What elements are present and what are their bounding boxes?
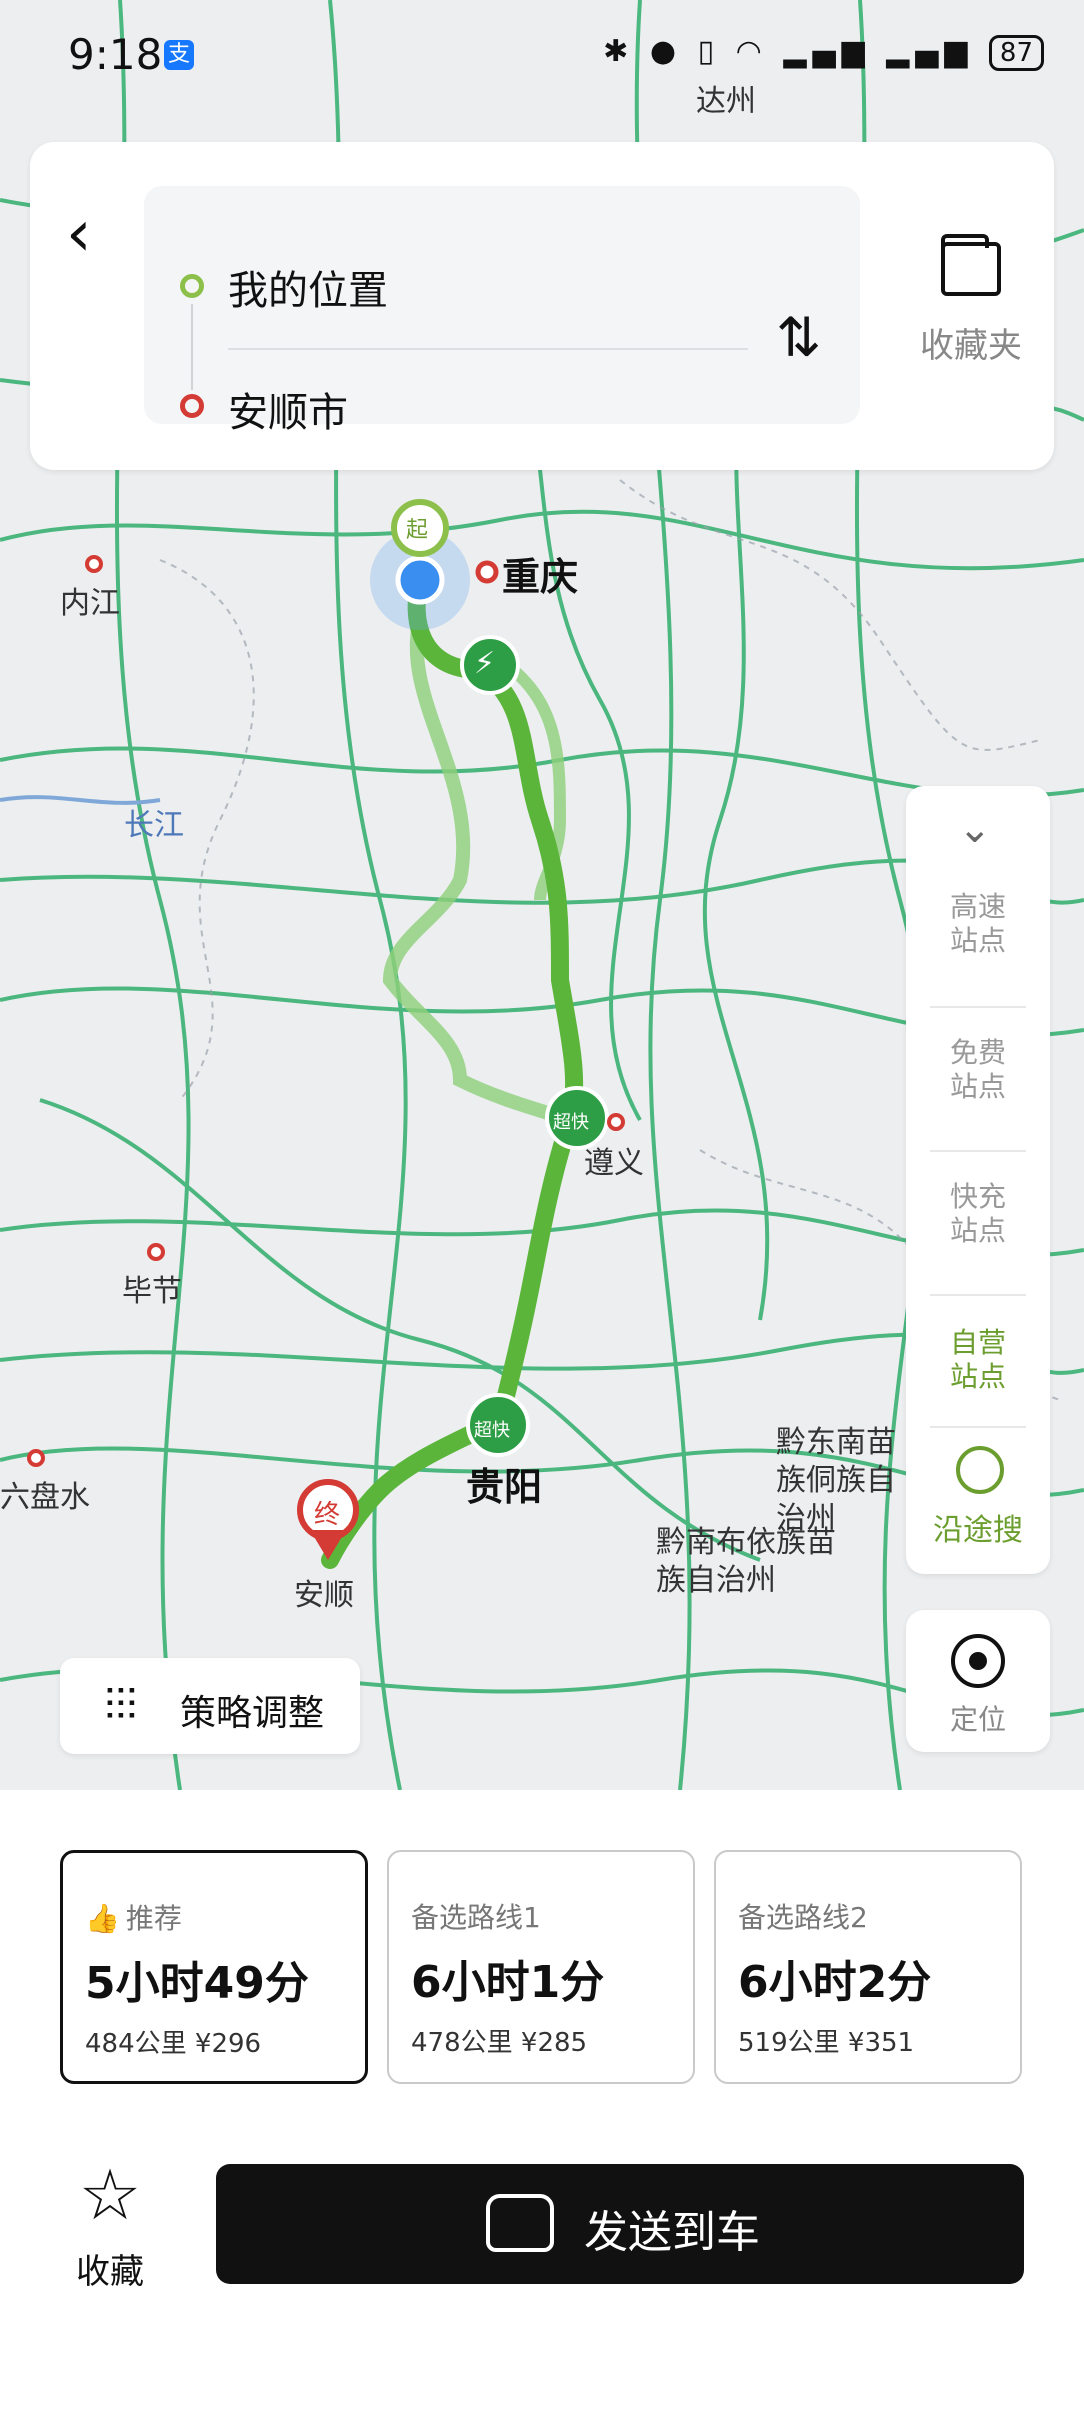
map-view[interactable]: 起 ⚡ 超快 超快 终 达州 内江 重庆 长江 遵义 毕节 贵阳 安顺 六盘水 … (0, 0, 1084, 1790)
sliders-icon: ⫶⫶⫶ (104, 1680, 137, 1731)
map-label-chongqing: 重庆 (502, 555, 579, 599)
route-option-tag: 👍 推荐 (85, 1902, 182, 1935)
station-marker-label-guiyang[interactable]: 超快 (474, 1416, 510, 1442)
strategy-label: 策略调整 (180, 1693, 325, 1734)
status-bar: 9:18 支 ✱ ● ▯ ◠ ▂▄▆ ▂▄▆ 87 (0, 0, 1084, 110)
signal-icon-2: ▂▄▆ (886, 34, 974, 69)
location-icon: ● (649, 34, 683, 69)
filter-divider (930, 1294, 1026, 1296)
bluetooth-icon: ✱ (603, 34, 635, 69)
collect-button[interactable]: ☆ 收藏 (50, 2160, 170, 2293)
route-option-meta: 478公里 ¥285 (411, 2028, 588, 2058)
collect-label: 收藏 (76, 2252, 144, 2292)
status-icons: ✱ ● ▯ ◠ ▂▄▆ ▂▄▆ 87 (603, 34, 1044, 71)
route-option-alt-1[interactable]: 备选路线1 6小时1分 478公里 ¥285 (387, 1850, 695, 2084)
map-label-liupanshui: 六盘水 (0, 1480, 90, 1515)
map-label-zunyi: 遵义 (584, 1146, 644, 1181)
filter-divider (930, 1426, 1026, 1428)
star-icon: ☆ (78, 2154, 142, 2236)
favorites-button[interactable]: 收藏夹 (906, 234, 1036, 367)
vibrate-icon: ▯ (697, 34, 721, 69)
map-label-qiannan: 黔南布依族苗族自治州 (656, 1525, 836, 1598)
send-to-car-label: 发送到车 (584, 2207, 760, 2258)
station-marker-label-zunyi[interactable]: 超快 (553, 1108, 589, 1134)
origin-dot-icon (180, 274, 204, 298)
crosshair-icon (951, 1634, 1005, 1688)
route-options-panel: 👍 推荐 5小时49分 484公里 ¥296 备选路线1 6小时1分 478公里 … (0, 1790, 1084, 2412)
car-icon (486, 2194, 554, 2252)
locate-button[interactable]: 定位 (906, 1610, 1050, 1752)
station-filter-panel: ⌄ 高速站点 免费站点 快充站点 自营站点 沿途搜 (906, 786, 1050, 1574)
folder-star-icon (941, 234, 1001, 296)
route-option-duration: 6小时2分 (738, 1957, 932, 2008)
alipay-icon: 支 (164, 40, 194, 70)
swap-icon[interactable]: ⇅ (776, 306, 821, 369)
route-option-recommended[interactable]: 👍 推荐 5小时49分 484公里 ¥296 (60, 1850, 368, 2084)
strategy-adjust-button[interactable]: ⫶⫶⫶ 策略调整 (60, 1658, 360, 1754)
route-fields: 我的位置 安顺市 ⇅ (144, 186, 860, 436)
map-label-anshun: 安顺 (294, 1578, 354, 1613)
along-route-search-button[interactable]: 沿途搜 (906, 1514, 1050, 1548)
route-connector (191, 304, 193, 390)
battery-icon: 87 (988, 35, 1044, 71)
map-label-bijie: 毕节 (122, 1274, 182, 1309)
start-marker-label: 起 (406, 518, 429, 543)
favorites-label: 收藏夹 (920, 326, 1022, 366)
charging-station-icon[interactable]: ⚡ (474, 646, 495, 681)
route-option-tag: 备选路线1 (411, 1901, 541, 1934)
end-marker-label: 终 (314, 1500, 341, 1530)
filter-free-stations[interactable]: 免费站点 (947, 1036, 1009, 1104)
route-option-meta: 519公里 ¥351 (738, 2028, 915, 2058)
map-label-qiandongnan: 黔东南苗族侗族自治州 (776, 1425, 896, 1536)
signal-icon: ▂▄▆ (783, 34, 871, 69)
map-label-changjiang: 长江 (124, 808, 184, 843)
route-option-meta: 484公里 ¥296 (85, 2029, 262, 2059)
map-label-guiyang: 贵阳 (466, 1465, 543, 1509)
filter-highway-stations[interactable]: 高速站点 (947, 890, 1009, 958)
filter-divider (930, 1006, 1026, 1008)
route-input-card: ‹ 我的位置 安顺市 ⇅ 收藏夹 (30, 142, 1054, 470)
locate-label: 定位 (949, 1703, 1006, 1736)
status-time: 9:18 (68, 30, 163, 79)
along-search-icon (956, 1446, 1004, 1494)
map-label-neijiang: 内江 (60, 586, 120, 621)
route-option-duration: 6小时1分 (411, 1957, 605, 2008)
origin-field[interactable]: 我的位置 (228, 258, 388, 316)
chevron-down-icon[interactable]: ⌄ (958, 806, 992, 852)
field-divider (228, 348, 748, 350)
filter-divider (930, 1150, 1026, 1152)
filter-self-operated-stations[interactable]: 自营站点 (947, 1326, 1009, 1394)
route-option-duration: 5小时49分 (85, 1958, 309, 2009)
route-option-alt-2[interactable]: 备选路线2 6小时2分 519公里 ¥351 (714, 1850, 1022, 2084)
destination-field[interactable]: 安顺市 (228, 380, 348, 438)
destination-dot-icon (180, 394, 204, 418)
wifi-icon: ◠ (735, 34, 768, 69)
thumbs-up-icon: 👍 (85, 1902, 120, 1935)
back-icon[interactable]: ‹ (66, 202, 92, 266)
send-to-car-button[interactable]: 发送到车 (216, 2164, 1024, 2284)
route-option-tag: 备选路线2 (738, 1901, 868, 1934)
filter-fast-charge-stations[interactable]: 快充站点 (947, 1180, 1009, 1248)
